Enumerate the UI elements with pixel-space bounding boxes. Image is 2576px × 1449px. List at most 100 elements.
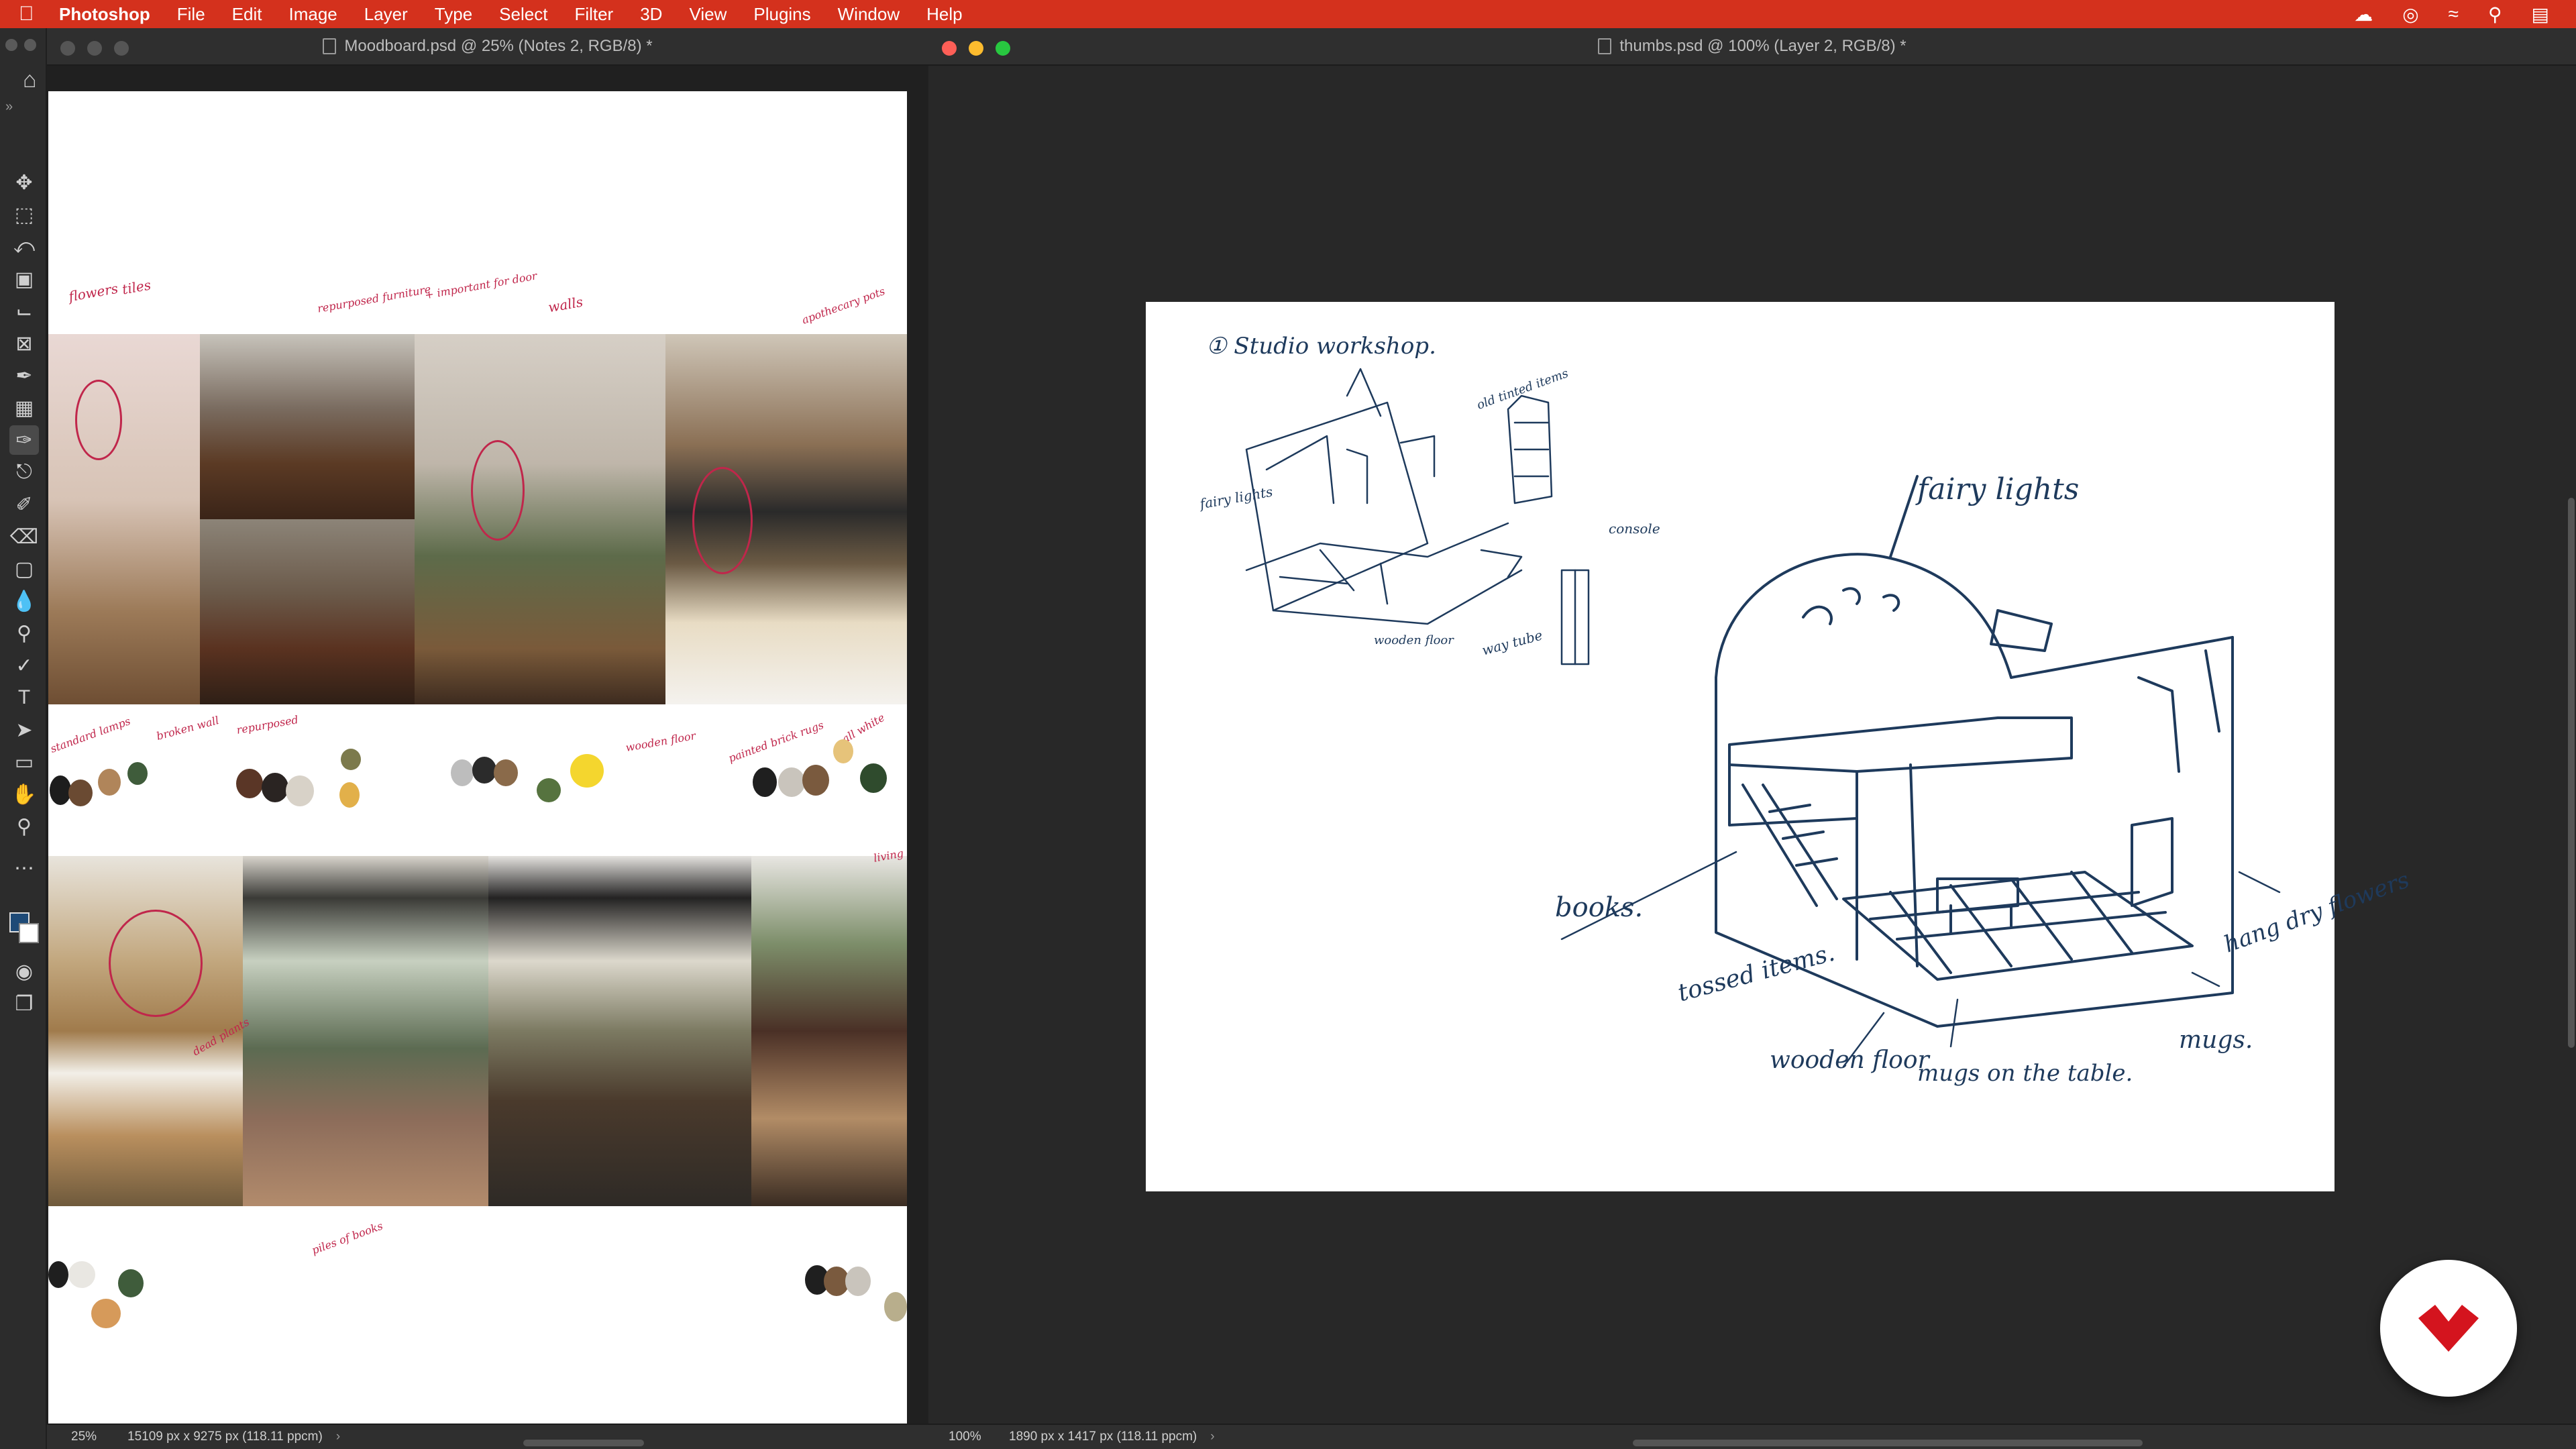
dodge-tool-icon[interactable]: ⚲ <box>9 619 39 648</box>
panel-minimize-icon[interactable] <box>24 39 36 51</box>
menu-app-name[interactable]: Photoshop <box>59 4 150 25</box>
move-tool-icon[interactable]: ✥ <box>9 168 39 197</box>
menu-layer[interactable]: Layer <box>364 4 408 25</box>
status-menu-icon[interactable]: › <box>1210 1430 1214 1444</box>
pen-tool-icon[interactable]: ✓ <box>9 651 39 680</box>
status-icons: ☁ ◎ ≈ ⚲ ▤ <box>2354 0 2549 28</box>
marquee-tool-icon[interactable]: ⬚ <box>9 200 39 229</box>
palette-swatch <box>91 1299 121 1328</box>
palette-swatch <box>339 782 360 808</box>
palette-swatch <box>570 754 604 788</box>
home-icon[interactable]: ⌂ <box>23 67 37 93</box>
menu-type[interactable]: Type <box>435 4 472 25</box>
thumbs-titlebar[interactable]: thumbs.psd @ 100% (Layer 2, RGB/8) * <box>928 28 2576 66</box>
eyedropper-icon[interactable]: ✒ <box>9 361 39 390</box>
annotation-circle <box>692 467 753 574</box>
annotation-circle <box>471 440 525 541</box>
rectangle-tool-icon[interactable]: ▭ <box>9 747 39 777</box>
sketch-drawing <box>1245 368 2281 1068</box>
hand-tool-icon[interactable]: ✋ <box>9 780 39 809</box>
moodboard-photo <box>488 856 751 1206</box>
minimize-button[interactable] <box>87 41 102 56</box>
eraser-icon[interactable]: ⌫ <box>9 522 39 551</box>
moodboard-photo <box>415 334 665 704</box>
vertical-scrollbar[interactable] <box>2568 498 2575 1048</box>
close-button[interactable] <box>60 41 75 56</box>
menu-view[interactable]: View <box>689 4 727 25</box>
palette-swatch <box>472 757 496 784</box>
palette-swatch <box>48 1261 68 1288</box>
moodboard-titlebar[interactable]: Moodboard.psd @ 25% (Notes 2, RGB/8) * <box>47 28 928 66</box>
palette-swatch <box>537 778 561 802</box>
cast-icon[interactable]: ◎ <box>2402 3 2418 25</box>
annotation-text: broken wall <box>155 713 221 743</box>
moodboard-canvas[interactable]: flowers tiles repurposed furniture + imp… <box>48 91 907 1424</box>
menu-3d[interactable]: 3D <box>640 4 662 25</box>
document-icon <box>323 38 337 54</box>
brush-tool-icon[interactable]: ✑ <box>9 425 39 455</box>
menu-select[interactable]: Select <box>499 4 547 25</box>
menu-filter[interactable]: Filter <box>574 4 613 25</box>
moodboard-title: Moodboard.psd @ 25% (Notes 2, RGB/8) * <box>344 37 653 55</box>
screen-mode-icon[interactable]: ❐ <box>9 989 39 1018</box>
annotation-text: walls <box>547 293 584 316</box>
document-icon <box>1598 38 1612 54</box>
palette-swatch <box>118 1269 144 1297</box>
creative-cloud-icon[interactable]: ☁ <box>2354 3 2373 25</box>
horizontal-scrollbar[interactable] <box>523 1440 644 1446</box>
menu-edit[interactable]: Edit <box>232 4 262 25</box>
path-select-icon[interactable]: ➤ <box>9 715 39 745</box>
apple-icon[interactable]:  <box>19 3 59 25</box>
object-select-icon[interactable]: ▣ <box>9 264 39 294</box>
history-brush-icon[interactable]: ✐ <box>9 490 39 519</box>
wifi-icon[interactable]: ≈ <box>2449 3 2459 25</box>
zoom-level[interactable]: 100% <box>928 1430 982 1444</box>
status-menu-icon[interactable]: › <box>336 1430 340 1444</box>
frame-tool-icon[interactable]: ⊠ <box>9 329 39 358</box>
clone-stamp-icon[interactable]: ⎋ <box>9 458 39 487</box>
menu-window[interactable]: Window <box>838 4 900 25</box>
palette-swatch <box>236 769 263 798</box>
moodboard-photo <box>200 334 415 519</box>
menu-plugins[interactable]: Plugins <box>753 4 810 25</box>
background-color-swatch[interactable] <box>19 923 39 943</box>
zoom-level[interactable]: 25% <box>47 1430 101 1444</box>
panel-close-icon[interactable] <box>5 39 17 51</box>
minimize-button[interactable] <box>969 41 983 56</box>
menu-image[interactable]: Image <box>288 4 337 25</box>
zoom-button[interactable] <box>996 41 1010 56</box>
control-center-icon[interactable]: ▤ <box>2532 3 2549 25</box>
healing-brush-icon[interactable]: ▦ <box>9 393 39 423</box>
palette-swatch <box>833 739 853 763</box>
palette-swatch <box>884 1292 907 1322</box>
sketch-canvas[interactable]: ① Studio workshop. fairy lights old tint… <box>1146 302 2413 1191</box>
annotation-text: + important for door <box>423 269 538 302</box>
zoom-button[interactable] <box>114 41 129 56</box>
zoom-tool-icon[interactable]: ⚲ <box>9 812 39 841</box>
document-dimensions: 15109 px x 9275 px (118.11 ppcm) <box>127 1430 323 1444</box>
palette-swatch <box>286 775 314 806</box>
main-sketch <box>1715 475 2234 1028</box>
lasso-tool-icon[interactable]: ⤺ <box>9 232 39 262</box>
annotation-text: repurposed <box>235 713 300 737</box>
window-controls <box>942 41 1010 56</box>
type-tool-icon[interactable]: T <box>9 683 39 712</box>
more-tools-icon[interactable]: ⋯ <box>9 853 39 883</box>
annotation-text: tiles <box>121 276 152 298</box>
search-icon[interactable]: ⚲ <box>2488 3 2502 25</box>
menu-file[interactable]: File <box>177 4 205 25</box>
blur-tool-icon[interactable]: 💧 <box>9 586 39 616</box>
moodboard-photo <box>200 519 415 704</box>
menu-help[interactable]: Help <box>926 4 962 25</box>
quick-mask-icon[interactable]: ◉ <box>9 957 39 986</box>
moodboard-window: Moodboard.psd @ 25% (Notes 2, RGB/8) * f… <box>47 28 928 1449</box>
moodboard-photo <box>48 856 243 1206</box>
collapse-toolbar-icon[interactable]: » <box>5 99 13 115</box>
annotation-circle <box>109 910 203 1017</box>
sketch-label: mugs on the table. <box>1917 1060 2133 1087</box>
crop-tool-icon[interactable]: ⌙ <box>9 297 39 326</box>
horizontal-scrollbar[interactable] <box>1633 1440 2143 1446</box>
gradient-tool-icon[interactable]: ▢ <box>9 554 39 584</box>
close-button[interactable] <box>942 41 957 56</box>
palette-swatch <box>494 759 518 786</box>
